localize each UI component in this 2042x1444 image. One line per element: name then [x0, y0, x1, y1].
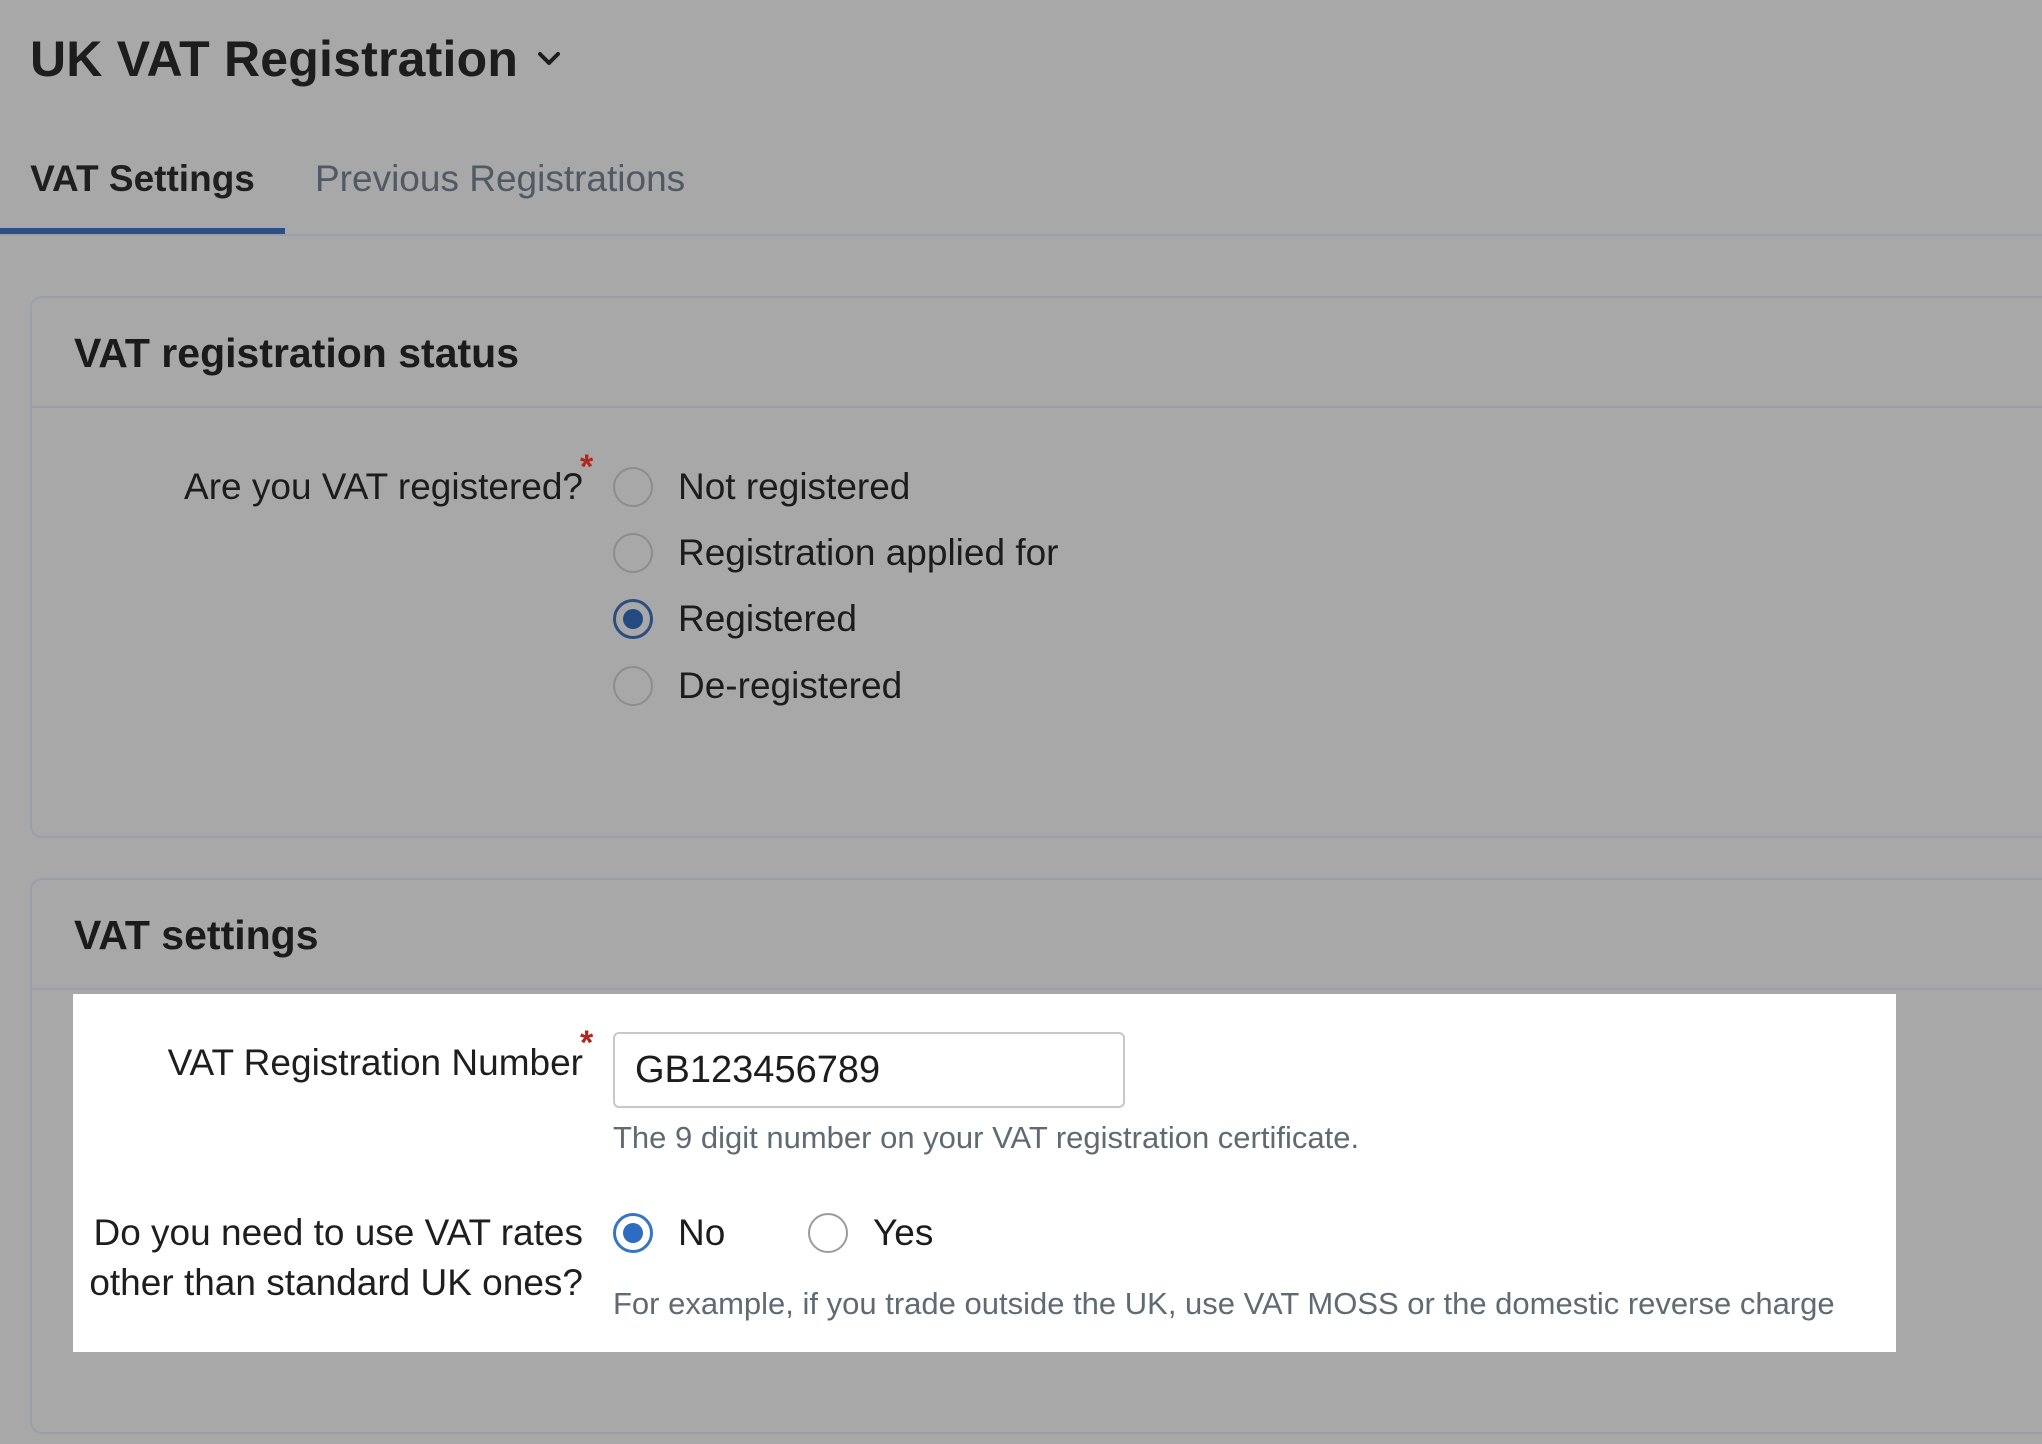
radio-label: De-registered — [678, 665, 903, 706]
radio-other-rates-no[interactable]: No — [613, 1212, 725, 1254]
page-title-row[interactable]: UK VAT Registration — [30, 30, 564, 88]
radio-de-registered[interactable]: De-registered — [613, 665, 902, 707]
radio-other-rates-yes[interactable]: Yes — [808, 1212, 933, 1254]
tab-bar: VAT Settings Previous Registrations — [0, 148, 2042, 236]
vat-settings-form: VAT Registration Number * The 9 digit nu… — [73, 994, 1896, 1352]
radio-registered[interactable]: Registered — [613, 598, 857, 640]
radio-button-selected[interactable] — [613, 599, 653, 639]
radio-label: Yes — [873, 1212, 934, 1253]
required-asterisk: * — [580, 1024, 594, 1062]
other-rates-help: For example, if you trade outside the UK… — [613, 1286, 1835, 1321]
vat-number-label: VAT Registration Number — [167, 1042, 583, 1083]
other-rates-label-line2: other than standard UK ones? — [89, 1262, 583, 1303]
card-header: VAT settings — [32, 880, 2042, 990]
radio-button[interactable] — [613, 666, 653, 706]
radio-button[interactable] — [613, 467, 653, 507]
chevron-down-icon[interactable] — [534, 44, 564, 74]
other-rates-label-line1: Do you need to use VAT rates — [93, 1212, 583, 1253]
required-asterisk: * — [580, 448, 594, 486]
radio-label: No — [678, 1212, 726, 1253]
card-title: VAT settings — [74, 912, 319, 958]
card-header: VAT registration status — [32, 298, 2042, 408]
tab-vat-settings[interactable]: VAT Settings — [0, 148, 285, 234]
radio-button[interactable] — [613, 533, 653, 573]
radio-registration-applied-for[interactable]: Registration applied for — [613, 532, 1059, 574]
radio-label: Registration applied for — [678, 532, 1059, 573]
radio-label: Not registered — [678, 466, 911, 507]
page-title: UK VAT Registration — [30, 31, 519, 87]
radio-label: Registered — [678, 598, 857, 639]
radio-button[interactable] — [808, 1213, 848, 1253]
vat-number-help: The 9 digit number on your VAT registrat… — [613, 1120, 1360, 1155]
tab-previous-registrations[interactable]: Previous Registrations — [315, 148, 685, 234]
radio-button-selected[interactable] — [613, 1213, 653, 1253]
vat-registered-question: Are you VAT registered? — [184, 466, 583, 507]
radio-not-registered[interactable]: Not registered — [613, 466, 910, 508]
vat-number-input[interactable] — [613, 1032, 1125, 1108]
card-title: VAT registration status — [74, 330, 519, 376]
